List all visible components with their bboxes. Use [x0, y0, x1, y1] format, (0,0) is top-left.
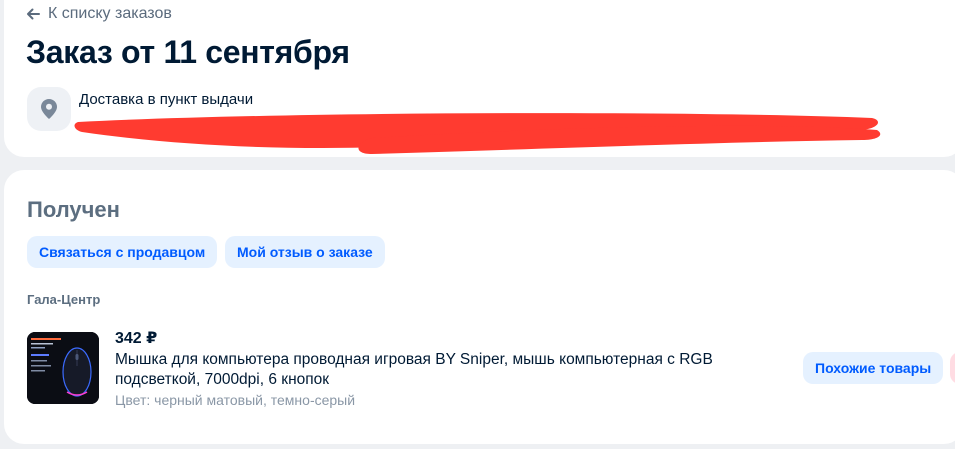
back-link-label: К списку заказов	[48, 5, 172, 22]
product-image[interactable]	[27, 332, 99, 404]
my-review-button[interactable]: Мой отзыв о заказе	[225, 236, 385, 268]
seller-name[interactable]: Гала-Центр	[27, 292, 100, 307]
similar-products-button[interactable]: Похожие товары	[803, 352, 944, 384]
back-to-orders-link[interactable]: К списку заказов	[26, 4, 172, 24]
redaction-scribble	[74, 113, 881, 154]
arrow-left-icon	[26, 7, 40, 21]
product-color: Цвет: черный матовый, темно-серый	[115, 392, 356, 408]
page-title: Заказ от 11 сентября	[26, 34, 350, 70]
product-price: 342 ₽	[115, 330, 158, 347]
delivery-type-label: Доставка в пункт выдачи	[79, 91, 254, 108]
order-status: Получен	[27, 197, 120, 222]
offscreen-button-edge[interactable]	[950, 352, 955, 384]
product-title-link[interactable]: Мышка для компьютера проводная игровая B…	[115, 350, 775, 390]
map-pin-icon	[27, 87, 71, 131]
contact-seller-button[interactable]: Связаться с продавцом	[27, 236, 218, 268]
